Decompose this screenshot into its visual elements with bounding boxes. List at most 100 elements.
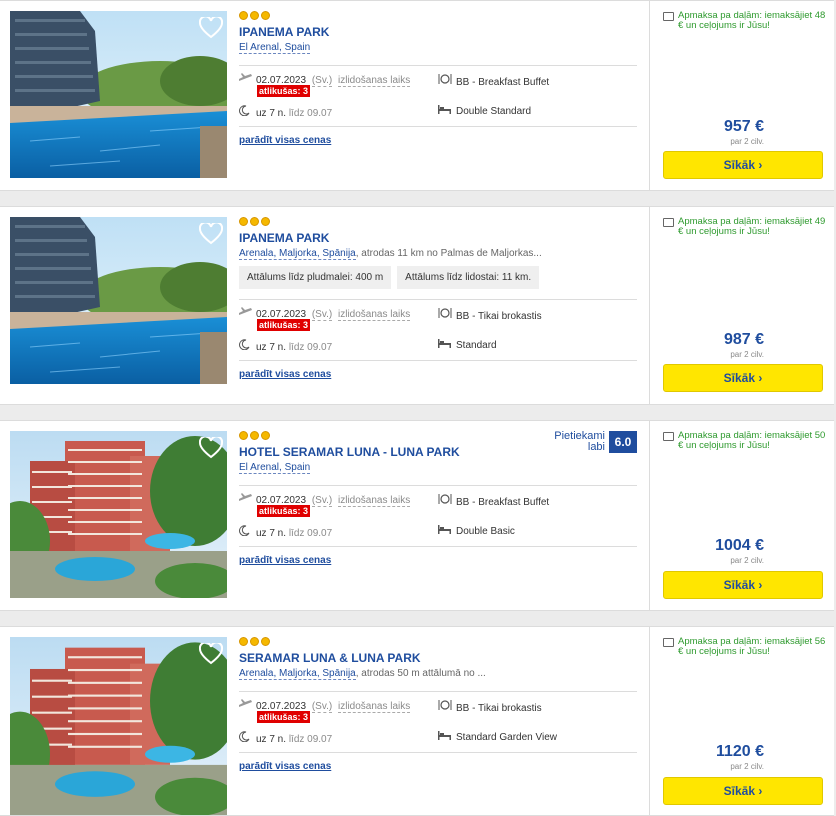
location-description: , atrodas 11 km no Palmas de Maljorkas..… [355,248,542,259]
departure-time-link[interactable]: izlidošanas laiks [338,701,411,713]
star-icon [261,431,270,440]
moon-icon [239,105,252,119]
seats-left-badge: atlikušas: 3 [257,319,311,331]
room-type: Standard Garden View [438,731,557,743]
installment-info: Apmaksa pa daļām: iemaksājiet 56 € un ce… [663,637,831,657]
price-panel: Apmaksa pa daļām: iemaksājiet 50 € un ce… [649,421,834,610]
star-icon [250,11,259,20]
rating-label: Pietiekami labi [554,430,605,453]
bed-icon [438,731,452,743]
departure-time-link[interactable]: izlidošanas laiks [338,75,411,87]
price-per-persons: par 2 cilv. [730,350,764,359]
board-type: BB - Breakfast Buffet [438,73,549,88]
divider [239,360,637,361]
day-label: (Sv.) [311,309,333,321]
hotel-info: IPANEMA PARK El Arenal, Spain 02.07.2023… [239,11,637,148]
price: 1120 € [715,743,764,760]
price-per-persons: par 2 cilv. [730,762,764,771]
hotel-location: El Arenal, Spain [239,462,637,474]
room-type: Standard [438,339,497,351]
location-link[interactable]: El Arenal, Spain [239,42,311,54]
show-all-prices-link[interactable]: parādīt visas cenas [239,369,331,380]
hotel-photo[interactable] [10,431,227,598]
rating-score: 6.0 [609,431,637,453]
details-button[interactable]: Sīkāk › [663,777,823,805]
offer-details: 02.07.2023 (Sv.) izlidošanas laiks atlik… [239,486,637,546]
star-icon [261,637,270,646]
nights: uz 7 n. līdz 09.07 [239,339,332,353]
nights: uz 7 n. līdz 09.07 [239,731,332,745]
star-rating [239,217,637,227]
hotel-photo[interactable] [10,11,227,178]
hotel-photo[interactable] [10,217,227,384]
price: 957 € [723,118,764,135]
heart-icon[interactable] [199,17,223,39]
hotel-name[interactable]: SERAMAR LUNA & LUNA PARK [239,651,637,665]
distance-chip: Attālums līdz lidostai: 11 km. [397,266,540,289]
meal-icon [438,73,452,88]
plane-icon [239,699,252,712]
card-icon [663,12,674,21]
hotel-location: El Arenal, Spain [239,42,637,54]
board-type: BB - Breakfast Buffet [438,493,549,508]
location-link[interactable]: El Arenal, Spain [239,462,311,474]
price: 1004 € [715,537,764,554]
offer-details: 02.07.2023 (Sv.) izlidošanas laiks atlik… [239,300,637,360]
star-icon [239,11,248,20]
rating: Pietiekami labi 6.0 [554,431,637,453]
price-panel: Apmaksa pa daļām: iemaksājiet 48 € un ce… [649,1,834,190]
installment-info: Apmaksa pa daļām: iemaksājiet 50 € un ce… [663,431,831,451]
star-icon [250,637,259,646]
meal-icon [438,699,452,714]
seats-left-badge: atlikušas: 3 [257,711,311,723]
star-icon [239,431,248,440]
location-description: , atrodas 50 m attālumā no ... [355,668,486,679]
hotel-info: SERAMAR LUNA & LUNA PARK Arenala, Maljor… [239,637,637,774]
details-button[interactable]: Sīkāk › [663,364,823,392]
heart-icon[interactable] [199,223,223,245]
hotel-photo[interactable] [10,637,227,815]
departure-time-link[interactable]: izlidošanas laiks [338,309,411,321]
star-rating [239,637,637,647]
hotel-name[interactable]: IPANEMA PARK [239,25,637,39]
day-label: (Sv.) [311,495,333,507]
hotel-info: IPANEMA PARK Arenala, Maljorka, Spānija,… [239,217,637,382]
room-type: Double Basic [438,525,515,537]
moon-icon [239,731,252,745]
seats-left-badge: atlikušas: 3 [257,85,311,97]
distance-chip: Attālums līdz pludmalei: 400 m [239,266,392,289]
nights: uz 7 n. līdz 09.07 [239,525,332,539]
divider [239,546,637,547]
meal-icon [438,307,452,322]
seats-left-badge: atlikušas: 3 [257,505,311,517]
price: 987 € [723,331,764,348]
show-all-prices-link[interactable]: parādīt visas cenas [239,555,331,566]
location-link[interactable]: Arenala, Maljorka, Spānija [239,248,356,260]
heart-icon[interactable] [199,437,223,459]
star-icon [261,217,270,226]
hotel-name[interactable]: IPANEMA PARK [239,231,637,245]
star-icon [250,217,259,226]
moon-icon [239,339,252,353]
heart-icon[interactable] [199,643,223,665]
moon-icon [239,525,252,539]
board-type: BB - Tikai brokastis [438,307,542,322]
divider [239,752,637,753]
show-all-prices-link[interactable]: parādīt visas cenas [239,761,331,772]
show-all-prices-link[interactable]: parādīt visas cenas [239,135,331,146]
hotel-location: Arenala, Maljorka, Spānija, atrodas 50 m… [239,668,637,680]
plane-icon [239,307,252,320]
hotel-location: Arenala, Maljorka, Spānija, atrodas 11 k… [239,248,637,260]
divider [239,126,637,127]
hotel-card: SERAMAR LUNA & LUNA PARK Arenala, Maljor… [0,626,834,816]
distance-chips: Attālums līdz pludmalei: 400 m Attālums l… [239,266,637,289]
details-button[interactable]: Sīkāk › [663,571,823,599]
star-icon [261,11,270,20]
star-rating [239,11,637,21]
day-label: (Sv.) [311,701,333,713]
hotel-card: HOTEL SERAMAR LUNA - LUNA PARK El Arenal… [0,420,834,611]
location-link[interactable]: Arenala, Maljorka, Spānija [239,668,356,680]
details-button[interactable]: Sīkāk › [663,151,823,179]
board-type: BB - Tikai brokastis [438,699,542,714]
departure-time-link[interactable]: izlidošanas laiks [338,495,411,507]
